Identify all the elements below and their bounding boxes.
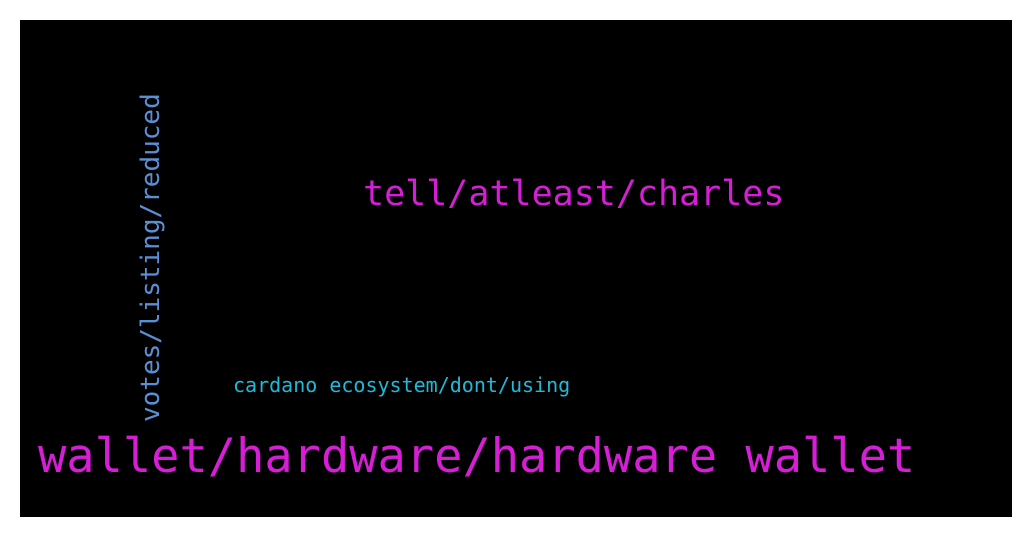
word-cloud-canvas: votes/listing/reduced tell/atleast/charl… — [20, 20, 1012, 517]
word-tell-atleast-charles: tell/atleast/charles — [363, 174, 785, 214]
word-votes-listing-reduced: votes/listing/reduced — [136, 93, 166, 422]
word-cardano-ecosystem-dont-using: cardano ecosystem/dont/using — [233, 373, 571, 397]
word-wallet-hardware: wallet/hardware/hardware wallet — [38, 429, 916, 484]
